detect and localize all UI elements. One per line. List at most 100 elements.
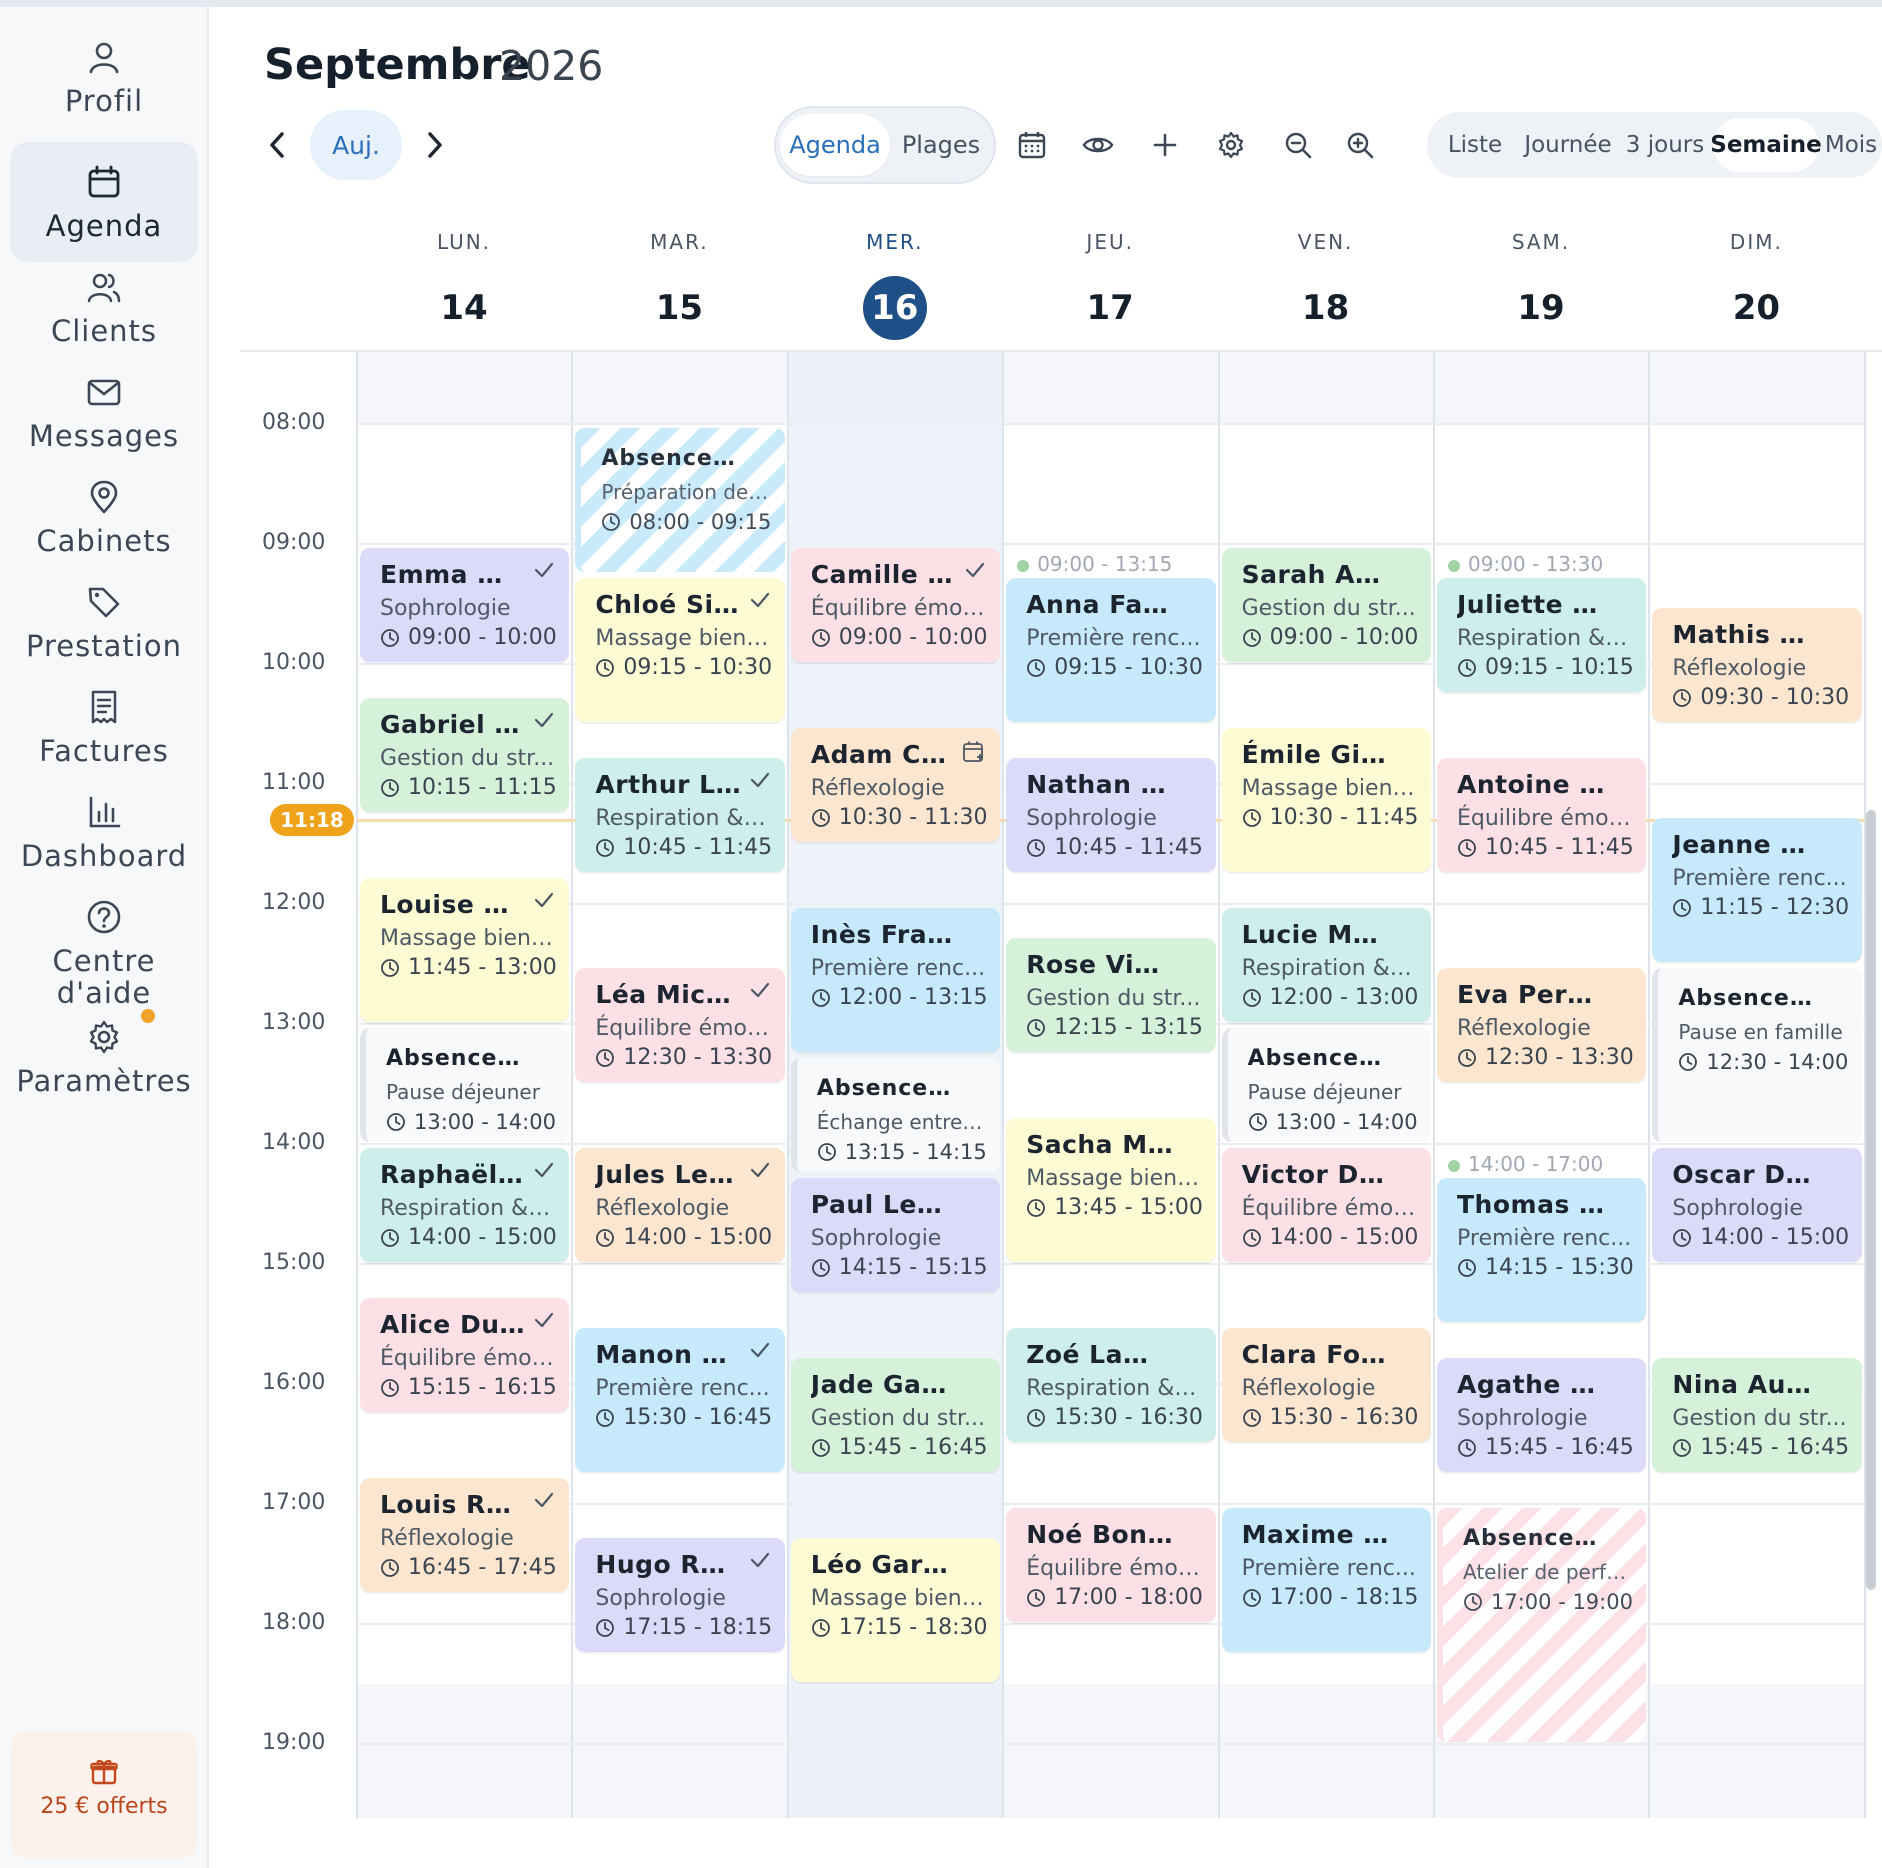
gift-icon (90, 1759, 118, 1785)
event-time-range: 10:30 - 11:30 (838, 805, 988, 830)
event-time: 17:15 - 18:15 (595, 1613, 772, 1643)
day-header[interactable]: JEU. 17 (1003, 230, 1217, 340)
hour-label: 17:00 (262, 1490, 326, 1515)
event-service: Première renc... (1457, 1226, 1632, 1251)
appointment-event[interactable]: Inès François Première renc... 12:00 - 13:… (790, 908, 1001, 1052)
event-service: Gestion du str... (1241, 596, 1416, 621)
appointment-event[interactable]: Arthur La... Respiration & ... 10:45 - 11:… (575, 758, 785, 872)
day-header[interactable]: DIM. 20 (1649, 230, 1863, 340)
appointment-event[interactable]: Lucie Mercier Respiration & ... 12:00 - 13… (1221, 908, 1431, 1022)
appointment-event[interactable]: Louise Ma... Massage bien-... 11:45 - 13:0… (360, 878, 570, 1022)
view-mois-tab[interactable]: Mois (1821, 118, 1881, 172)
event-title: Maxime Robin (1241, 1520, 1417, 1549)
appointment-event[interactable]: Émile Girard Massage bien-... 10:30 - 11:4… (1221, 728, 1431, 872)
appointment-event[interactable]: Eva Perrin Réflexologie 12:30 - 13:30 (1437, 968, 1647, 1082)
today-button[interactable]: Auj. (310, 110, 402, 180)
zoom-out-button[interactable] (1278, 125, 1318, 165)
sidebar-item-profil[interactable]: Profil (10, 17, 198, 137)
sidebar-item-prestation[interactable]: Prestation (10, 562, 198, 682)
sidebar-item-clients[interactable]: Clients (10, 247, 198, 367)
appointment-event[interactable]: Jade Gauthier Gestion du str... 15:45 - 16… (790, 1358, 1001, 1472)
absence-event[interactable]: Absence · Per... Pause en famille 12:30 - … (1652, 968, 1862, 1142)
appointment-event[interactable]: Maxime Robin Première renc... 17:00 - 18:1… (1221, 1508, 1431, 1652)
appointment-event[interactable]: Alice Dub... Équilibre émot... 15:15 - 16:… (360, 1298, 570, 1412)
appointment-event[interactable]: Anna Faure Première renc... 09:15 - 10:30 (1006, 578, 1216, 722)
calendar-settings-button[interactable] (1211, 125, 1251, 165)
clock-icon (811, 1619, 830, 1637)
appointment-event[interactable]: Noé Bonnet Équilibre émot... 17:00 - 18:00 (1006, 1508, 1216, 1622)
day-header[interactable]: SAM. 19 (1434, 230, 1648, 340)
view-journee-tab[interactable]: Journée (1519, 118, 1617, 172)
absence-event[interactable]: Absence · Aut... Échange entre p... 13:15 … (790, 1058, 1001, 1172)
appointment-event[interactable]: Oscar Denis Sophrologie 14:00 - 15:00 (1652, 1148, 1862, 1262)
appointment-event[interactable]: Chloé Sim... Massage bien-... 09:15 - 10:3… (575, 578, 785, 722)
absence-event[interactable]: Absence · Aut... Préparation des ... 08:00… (575, 428, 785, 572)
gear-icon (1218, 131, 1244, 159)
appointment-event[interactable]: Sarah André Gestion du str... 09:00 - 10:0… (1221, 548, 1431, 662)
event-time: 13:15 - 14:15 (817, 1137, 987, 1167)
clock-icon (596, 1229, 615, 1247)
appointment-event[interactable]: Gabriel Pe... Gestion du str... 10:15 - 11… (360, 698, 570, 812)
day-header[interactable]: MER. 16 (788, 230, 1002, 340)
appointment-event[interactable]: Thomas Henry Première renc... 14:15 - 15:3… (1437, 1178, 1647, 1322)
check-icon (535, 712, 554, 728)
grid-scrollbar[interactable] (1866, 810, 1876, 1590)
appointment-event[interactable]: Nathan Rous... Sophrologie 10:45 - 11:45 (1006, 758, 1216, 872)
appointment-event[interactable]: Rose Vincent Gestion du str... 12:15 - 13:… (1006, 938, 1216, 1052)
referral-promo-button[interactable]: 25 € offerts (10, 1730, 198, 1858)
view-semaine-tab[interactable]: Semaine (1710, 118, 1822, 172)
date-picker-button[interactable] (1012, 125, 1052, 165)
zoom-in-button[interactable] (1340, 125, 1380, 165)
appointment-event[interactable]: Camille F... Équilibre émot... 09:00 - 10:… (790, 548, 1001, 662)
mode-agenda-tab[interactable]: Agenda (780, 114, 890, 176)
sidebar-item-agenda[interactable]: Agenda (10, 142, 198, 262)
appointment-event[interactable]: Victor Dupont Équilibre émot... 14:00 - 15… (1221, 1148, 1431, 1262)
event-time-range: 14:00 - 15:00 (623, 1225, 773, 1250)
appointment-event[interactable]: Juliette Mas... Respiration & ... 09:15 - … (1437, 578, 1647, 692)
absence-event[interactable]: Absence · Per... Pause déjeuner 13:00 - 14… (360, 1028, 570, 1142)
view-3-jours-tab[interactable]: 3 jours (1621, 118, 1709, 172)
absence-event[interactable]: Absence · Aut... Atelier de perfec... 17:0… (1437, 1508, 1647, 1742)
appointment-event[interactable]: Jules Lefè... Réflexologie 14:00 - 15:00 (575, 1148, 785, 1262)
sidebar-item-cabinets[interactable]: Cabinets (10, 457, 198, 577)
day-column-divider (786, 352, 789, 1818)
absence-event[interactable]: Absence · Per... Pause déjeuner 13:00 - 14… (1221, 1028, 1431, 1142)
event-time-range: 10:15 - 11:15 (408, 775, 557, 800)
sidebar-item-paramètres[interactable]: Paramètres (10, 997, 198, 1117)
event-title: Antoine Lecl... (1457, 770, 1632, 799)
appointment-event[interactable]: Zoé Lambert Respiration & ... 15:30 - 16:3… (1006, 1328, 1216, 1442)
previous-week-button[interactable] (262, 120, 292, 170)
sidebar-item-centre-d-aide[interactable]: Centre d'aide (10, 877, 198, 1009)
zoom-out-icon (1285, 132, 1312, 159)
visibility-button[interactable] (1078, 125, 1118, 165)
appointment-event[interactable]: Paul Legrand Sophrologie 14:15 - 15:15 (790, 1178, 1001, 1292)
view-liste-tab[interactable]: Liste (1435, 118, 1515, 172)
appointment-event[interactable]: Nina Aubert Gestion du str... 15:45 - 16:4… (1652, 1358, 1862, 1472)
event-title: Nina Aubert (1672, 1370, 1848, 1399)
appointment-event[interactable]: Jeanne Caron Première renc... 11:15 - 12:3… (1652, 818, 1862, 962)
appointment-event[interactable]: Sacha Muller Massage bien-... 13:45 - 15:0… (1006, 1118, 1216, 1262)
add-event-button[interactable] (1145, 125, 1185, 165)
appointment-event[interactable]: Mathis Nicol... Réflexologie 09:30 - 10:30 (1652, 608, 1862, 722)
eye-icon (1082, 137, 1114, 153)
appointment-event[interactable]: Léo Garnier Massage bien-... 17:15 - 18:30 (790, 1538, 1001, 1682)
day-header[interactable]: VEN. 18 (1219, 230, 1433, 340)
sidebar-item-factures[interactable]: Factures (10, 667, 198, 787)
appointment-event[interactable]: Agathe Rous... Sophrologie 15:45 - 16:45 (1437, 1358, 1647, 1472)
appointment-event[interactable]: Louis Rob... Réflexologie 16:45 - 17:45 (360, 1478, 570, 1592)
event-time: 15:45 - 16:45 (1672, 1433, 1849, 1463)
appointment-event[interactable]: Léa Michel Équilibre émot... 12:30 - 13:30 (575, 968, 785, 1082)
appointment-event[interactable]: Clara Fournier Réflexologie 15:30 - 16:30 (1221, 1328, 1431, 1442)
day-header[interactable]: LUN. 14 (357, 230, 571, 340)
appointment-event[interactable]: Raphaël B... Respiration & ... 14:00 - 15:… (360, 1148, 570, 1262)
day-header[interactable]: MAR. 15 (572, 230, 786, 340)
sidebar-item-dashboard[interactable]: Dashboard (10, 772, 198, 892)
appointment-event[interactable]: Hugo Roux Sophrologie 17:15 - 18:15 (575, 1538, 785, 1652)
sidebar-item-messages[interactable]: Messages (10, 352, 198, 472)
appointment-event[interactable]: Antoine Lecl... Équilibre émot... 10:45 - … (1437, 758, 1647, 872)
appointment-event[interactable]: Manon Le... Première renc... 15:30 - 16:45 (575, 1328, 785, 1472)
appointment-event[interactable]: Adam Che... Réflexologie 10:30 - 11:30 (790, 728, 1001, 842)
next-week-button[interactable] (420, 120, 450, 170)
appointment-event[interactable]: Emma Mo... Sophrologie 09:00 - 10:00 (360, 548, 570, 662)
mode-plages-tab[interactable]: Plages (890, 114, 992, 176)
